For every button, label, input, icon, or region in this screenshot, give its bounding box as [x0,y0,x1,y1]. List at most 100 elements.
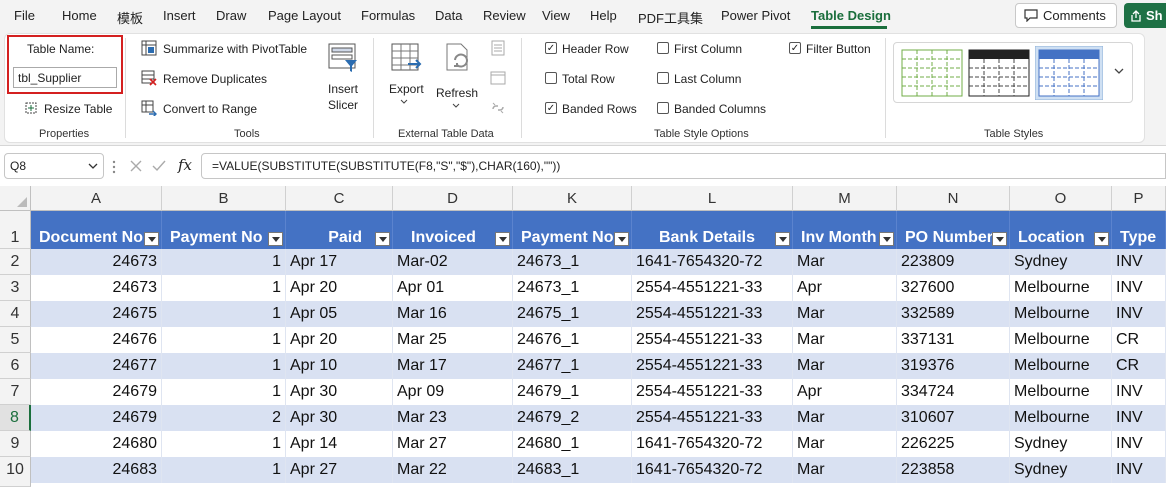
cell-po-number[interactable]: 332589 [897,301,1010,327]
first-column-checkbox[interactable] [657,42,669,54]
cell-paid[interactable]: Apr 17 [286,249,393,275]
cell-type[interactable]: INV [1112,301,1166,327]
filter-dropdown-icon[interactable] [495,232,510,246]
tab-table-design[interactable]: Table Design [811,8,891,23]
cell-payment-no-k[interactable]: 24677_1 [513,353,632,379]
insert-function-button[interactable]: fx [178,156,192,174]
row-header-8[interactable]: 8 [0,405,31,431]
cell-document-no[interactable]: 24675 [31,301,162,327]
cell-payment-no[interactable]: 1 [162,301,286,327]
row-header-3[interactable]: 3 [0,275,31,301]
cell-paid[interactable]: Apr 30 [286,379,393,405]
cell-payment-no[interactable]: 1 [162,275,286,301]
row-header-6[interactable]: 6 [0,353,31,379]
cell-invoiced[interactable]: Mar 17 [393,353,513,379]
cell-payment-no[interactable]: 1 [162,431,286,457]
cell-paid[interactable]: Apr 05 [286,301,393,327]
unlink-icon[interactable] [490,100,506,116]
tab-formulas[interactable]: Formulas [361,8,415,23]
cell-document-no[interactable]: 24679 [31,405,162,431]
tab-page-layout[interactable]: Page Layout [268,8,341,23]
cell-document-no[interactable]: 24680 [31,431,162,457]
banded-rows-checkbox[interactable]: ✓ [545,102,557,114]
cell-invoiced[interactable]: Apr 01 [393,275,513,301]
row-header-2[interactable]: 2 [0,249,31,275]
tab-pdf-tools[interactable]: PDF工具集 [638,8,703,27]
select-all-corner[interactable] [0,186,31,211]
column-header-D[interactable]: D [393,186,513,211]
cell-invoiced[interactable]: Mar 16 [393,301,513,327]
filter-dropdown-icon[interactable] [992,232,1007,246]
refresh-button[interactable]: Refresh [436,86,478,100]
cell-location[interactable]: Melbourne [1010,275,1112,301]
cell-inv-month[interactable]: Mar [793,405,897,431]
row-header-7[interactable]: 7 [0,379,31,405]
tab-review[interactable]: Review [483,8,526,23]
cell-document-no[interactable]: 24673 [31,249,162,275]
convert-to-range-button[interactable]: Convert to Range [163,102,257,116]
cell-payment-no-k[interactable]: 24673_1 [513,249,632,275]
cancel-icon[interactable] [129,159,143,173]
cell-bank-details[interactable]: 1641-7654320-72 [632,457,793,483]
cell-payment-no[interactable]: 1 [162,379,286,405]
properties-icon[interactable] [490,40,506,56]
cell-inv-month[interactable]: Mar [793,327,897,353]
column-header-O[interactable]: O [1010,186,1112,211]
cell-po-number[interactable]: 223858 [897,457,1010,483]
tab-insert[interactable]: Insert [163,8,196,23]
cell-inv-month[interactable]: Mar [793,249,897,275]
cell-po-number[interactable]: 334724 [897,379,1010,405]
cell-invoiced[interactable]: Apr 09 [393,379,513,405]
cell-paid[interactable]: Apr 10 [286,353,393,379]
cell-payment-no-k[interactable]: 24676_1 [513,327,632,353]
cell-inv-month[interactable]: Apr [793,275,897,301]
cell-payment-no-k[interactable]: 24675_1 [513,301,632,327]
chevron-down-icon[interactable] [88,163,98,170]
cell-bank-details[interactable]: 2554-4551221-33 [632,379,793,405]
cell-inv-month[interactable]: Mar [793,301,897,327]
tab-template[interactable]: 模板 [117,8,143,27]
cell-po-number[interactable]: 226225 [897,431,1010,457]
cell-inv-month[interactable]: Mar [793,353,897,379]
cell-payment-no[interactable]: 1 [162,249,286,275]
cell-paid[interactable]: Apr 30 [286,405,393,431]
summarize-pivottable-button[interactable]: Summarize with PivotTable [163,42,307,56]
cell-type[interactable]: INV [1112,379,1166,405]
cell-document-no[interactable]: 24679 [31,379,162,405]
cell-document-no[interactable]: 24673 [31,275,162,301]
cell-type[interactable]: INV [1112,405,1166,431]
cell-type[interactable]: CR [1112,353,1166,379]
cell-document-no[interactable]: 24676 [31,327,162,353]
cell-po-number[interactable]: 319376 [897,353,1010,379]
cell-bank-details[interactable]: 2554-4551221-33 [632,353,793,379]
cell-bank-details[interactable]: 2554-4551221-33 [632,405,793,431]
filter-button-checkbox[interactable]: ✓ [789,42,801,54]
row-header-9[interactable]: 9 [0,431,31,457]
total-row-checkbox[interactable] [545,72,557,84]
cell-location[interactable]: Sydney [1010,249,1112,275]
tab-data[interactable]: Data [435,8,462,23]
filter-dropdown-icon[interactable] [614,232,629,246]
cell-location[interactable]: Sydney [1010,457,1112,483]
cell-document-no[interactable]: 24683 [31,457,162,483]
column-header-P[interactable]: P [1112,186,1166,211]
cell-inv-month[interactable]: Mar [793,457,897,483]
comments-button[interactable]: Comments [1015,3,1117,28]
cell-paid[interactable]: Apr 20 [286,327,393,353]
cell-location[interactable]: Melbourne [1010,327,1112,353]
cell-location[interactable]: Melbourne [1010,405,1112,431]
open-in-browser-icon[interactable] [490,70,506,86]
tab-view[interactable]: View [542,8,570,23]
cell-bank-details[interactable]: 1641-7654320-72 [632,431,793,457]
cell-paid[interactable]: Apr 20 [286,275,393,301]
table-style-black[interactable] [968,49,1030,97]
column-header-K[interactable]: K [513,186,632,211]
cell-type[interactable]: INV [1112,275,1166,301]
filter-dropdown-icon[interactable] [144,232,159,246]
row-header-10[interactable]: 10 [0,457,31,487]
cell-paid[interactable]: Apr 14 [286,431,393,457]
cell-location[interactable]: Melbourne [1010,353,1112,379]
cell-bank-details[interactable]: 2554-4551221-33 [632,327,793,353]
cell-po-number[interactable]: 223809 [897,249,1010,275]
insert-slicer-label-2[interactable]: Slicer [328,98,358,112]
